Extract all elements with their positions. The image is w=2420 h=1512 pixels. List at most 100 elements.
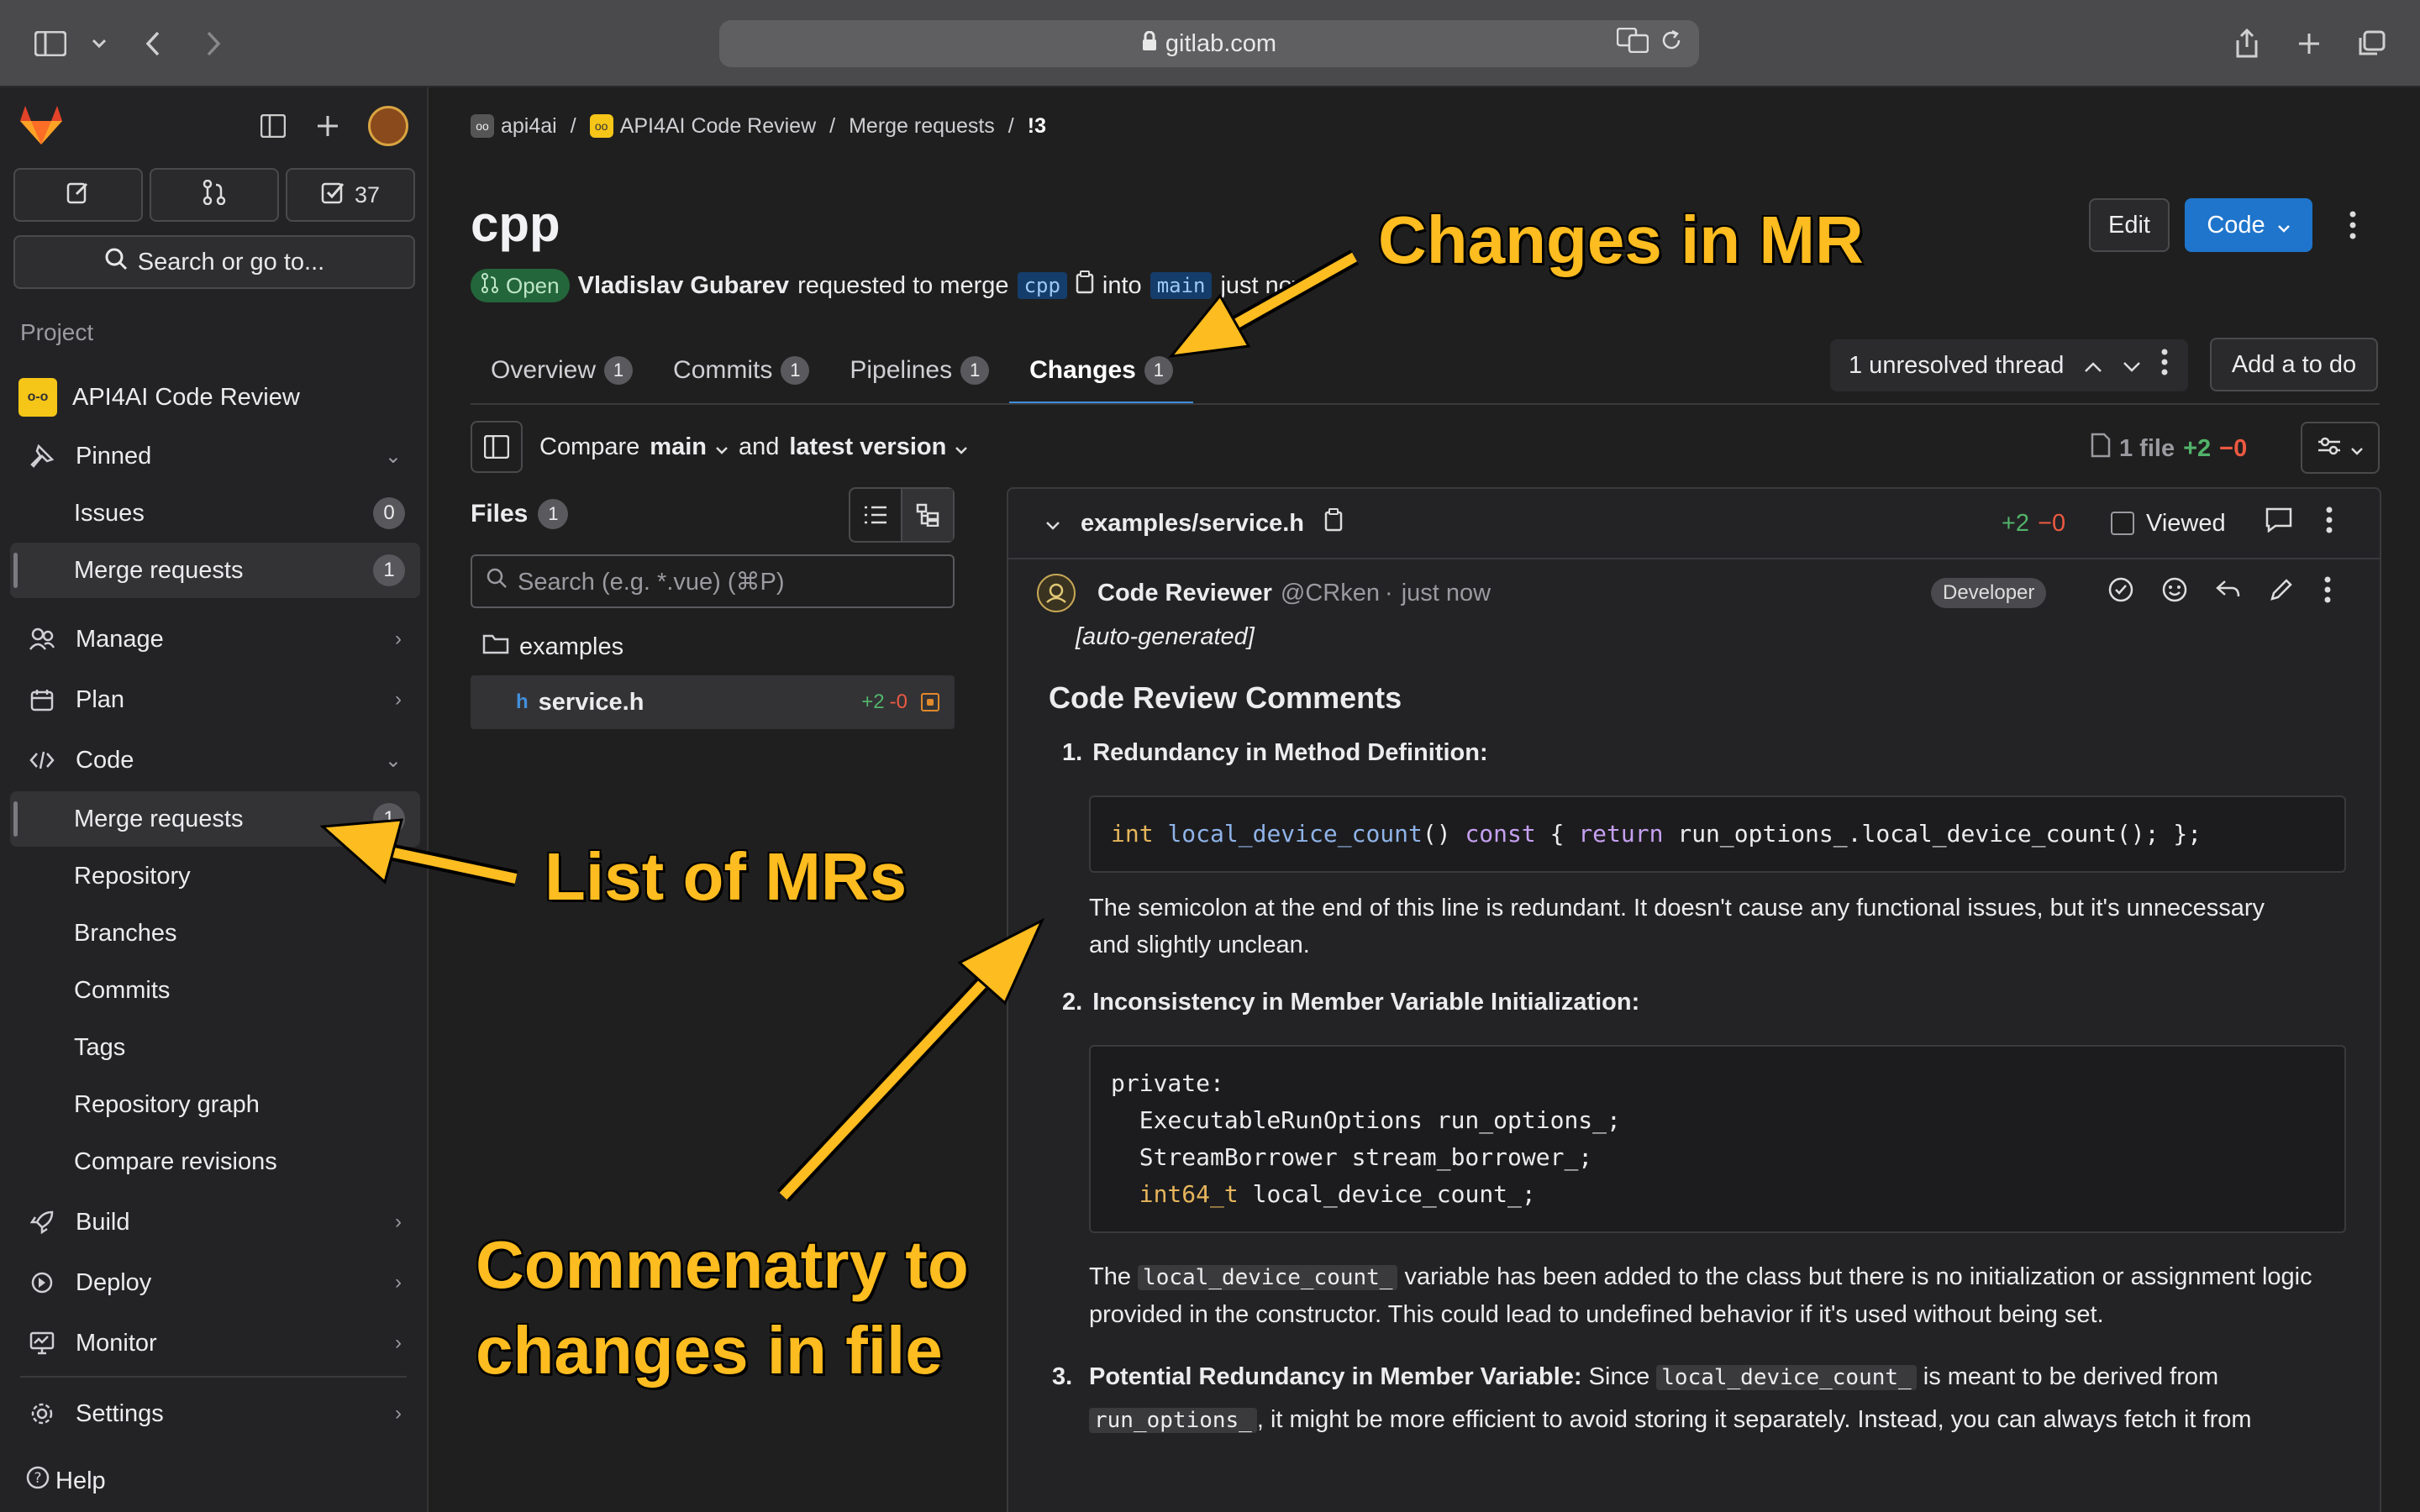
file-browser-toggle[interactable]: [471, 421, 523, 473]
merge-requests-shortcut-button[interactable]: [150, 168, 279, 222]
breadcrumb-item-mr-id[interactable]: !3: [1028, 114, 1046, 139]
viewed-checkbox[interactable]: Viewed: [2111, 510, 2226, 538]
todos-shortcut-button[interactable]: 37: [286, 168, 415, 222]
sidebar-item-repository[interactable]: Repository: [0, 848, 420, 904]
copy-path-icon[interactable]: [1324, 508, 1343, 538]
sidebar-item-monitor[interactable]: Monitor ›: [0, 1315, 420, 1371]
sidebar-item-repository-graph[interactable]: Repository graph: [0, 1077, 420, 1132]
file-search-input[interactable]: Search (e.g. *.vue) (⌘P): [471, 554, 955, 608]
folder-row[interactable]: examples: [471, 620, 955, 674]
breadcrumb-item-project[interactable]: oo API4AI Code Review: [589, 114, 816, 139]
sidebar-item-build[interactable]: Build ›: [0, 1194, 420, 1250]
comment-more-icon[interactable]: [2324, 576, 2331, 610]
diff-file-path[interactable]: examples/service.h: [1081, 510, 1304, 538]
source-branch[interactable]: cpp: [1017, 272, 1067, 299]
code-snippet: int local_device_count() const { return …: [1089, 795, 2346, 873]
target-branch[interactable]: main: [1150, 272, 1213, 299]
tab-label: Pipelines: [850, 356, 953, 384]
breadcrumb-item-group[interactable]: oo api4ai: [471, 114, 557, 139]
reload-icon[interactable]: [1660, 29, 1682, 59]
sidebar-toggle-icon[interactable]: [32, 25, 69, 62]
file-name: service.h: [538, 688, 644, 716]
copy-icon[interactable]: [1076, 270, 1094, 301]
reviewer-avatar[interactable]: [1037, 574, 1076, 612]
comment-icon[interactable]: [2265, 507, 2292, 539]
comment-header: Code Reviewer @CRken · just now Develope…: [1037, 573, 2356, 613]
back-icon[interactable]: [134, 25, 171, 62]
add-todo-button[interactable]: Add a to do: [2210, 338, 2378, 391]
code-dropdown-button[interactable]: Code: [2185, 198, 2312, 252]
merge-request-icon: [481, 272, 499, 299]
create-new-icon[interactable]: [316, 114, 339, 142]
search-icon: [104, 247, 128, 277]
thread-more-icon[interactable]: [2161, 349, 2168, 382]
annotation-commentary-line1: Commenatry to: [476, 1227, 969, 1302]
breadcrumb-separator: /: [829, 113, 836, 138]
sidebar-item-label: Commits: [74, 976, 171, 1004]
emoji-reaction-icon[interactable]: [2161, 576, 2188, 610]
chevron-down-icon[interactable]: [2123, 352, 2141, 380]
sidebar-item-commits[interactable]: Commits: [0, 963, 420, 1018]
sidebar-item-pinned-merge-requests[interactable]: Merge requests 1: [10, 543, 420, 598]
sidebar-item-settings[interactable]: Settings ›: [0, 1386, 420, 1441]
issues-shortcut-button[interactable]: [13, 168, 143, 222]
diff-settings-button[interactable]: [2301, 422, 2380, 474]
tab-overview[interactable]: Overview 1: [471, 336, 653, 405]
unresolved-thread-label: 1 unresolved thread: [1849, 351, 2065, 379]
author-link[interactable]: Vladislav Gubarev: [578, 272, 789, 300]
settings-sliders-icon: [2317, 434, 2342, 462]
help-link[interactable]: ? Help: [25, 1465, 106, 1497]
reply-icon[interactable]: [2215, 578, 2240, 608]
folder-name: examples: [519, 633, 624, 660]
address-bar[interactable]: gitlab.com: [719, 20, 1699, 67]
sidebar-item-tags[interactable]: Tags: [0, 1020, 420, 1075]
review-item-text: The semicolon at the end of this line is…: [1089, 890, 2356, 963]
forward-icon[interactable]: [195, 25, 232, 62]
chevron-down-icon[interactable]: [81, 25, 118, 62]
tree-view-icon[interactable]: [901, 489, 953, 541]
sidebar-item-plan[interactable]: Plan ›: [0, 672, 420, 727]
sidebar-item-label: Merge requests: [74, 805, 244, 832]
sidebar-item-issues[interactable]: Issues 0: [0, 486, 420, 541]
file-row[interactable]: h service.h +2 -0: [471, 675, 955, 729]
tab-count: 1: [604, 356, 634, 385]
new-tab-icon[interactable]: [2291, 25, 2328, 62]
sidebar-project-link[interactable]: o-o API4AI Code Review: [0, 370, 420, 425]
tab-overview-icon[interactable]: [2353, 25, 2390, 62]
edit-button[interactable]: Edit: [2089, 198, 2170, 252]
edit-comment-icon[interactable]: [2269, 577, 2294, 609]
sidebar-item-code-merge-requests[interactable]: Merge requests 1: [10, 791, 420, 847]
version-dropdown[interactable]: latest version: [789, 433, 968, 461]
user-avatar[interactable]: [368, 106, 408, 146]
review-text-line: provided in the constructor. This could …: [1089, 1301, 2104, 1328]
tab-pipelines[interactable]: Pipelines 1: [829, 336, 1009, 405]
merge-requests-count: 1: [373, 803, 405, 835]
breadcrumb-item-merge-requests[interactable]: Merge requests: [849, 114, 995, 139]
search-or-go-button[interactable]: Search or go to...: [13, 235, 415, 289]
chevron-down-icon[interactable]: [1045, 510, 1060, 538]
list-view-icon[interactable]: [850, 489, 901, 541]
status-label: Open: [506, 272, 560, 298]
review-text: is meant to be derived from: [1923, 1363, 2219, 1390]
sidebar-item-pinned[interactable]: Pinned ⌄: [0, 428, 420, 484]
sidebar-item-manage[interactable]: Manage ›: [0, 612, 420, 667]
translate-icon[interactable]: [1616, 27, 1649, 60]
sidebar-item-code[interactable]: Code ⌄: [0, 732, 420, 788]
sidebar-divider: [20, 1376, 407, 1378]
chevron-up-icon[interactable]: [2084, 352, 2102, 380]
file-more-icon[interactable]: [2326, 507, 2333, 540]
code-token: run_options_.local_device_count(); };: [1677, 820, 2202, 848]
share-icon[interactable]: [2228, 25, 2265, 62]
gitlab-logo-icon[interactable]: [18, 104, 64, 150]
tab-commits[interactable]: Commits 1: [653, 336, 829, 405]
sidebar-item-label: Build: [76, 1208, 130, 1236]
base-branch-dropdown[interactable]: main: [650, 433, 729, 461]
resolve-thread-icon[interactable]: [2107, 576, 2134, 610]
tab-changes[interactable]: Changes 1: [1009, 336, 1193, 405]
sidebar-item-branches[interactable]: Branches: [0, 906, 420, 961]
collapse-sidebar-icon[interactable]: [260, 113, 287, 142]
more-actions-icon[interactable]: [2336, 198, 2370, 252]
comment-author[interactable]: Code Reviewer: [1097, 580, 1272, 607]
sidebar-item-deploy[interactable]: Deploy ›: [0, 1255, 420, 1310]
sidebar-item-compare-revisions[interactable]: Compare revisions: [0, 1134, 420, 1189]
